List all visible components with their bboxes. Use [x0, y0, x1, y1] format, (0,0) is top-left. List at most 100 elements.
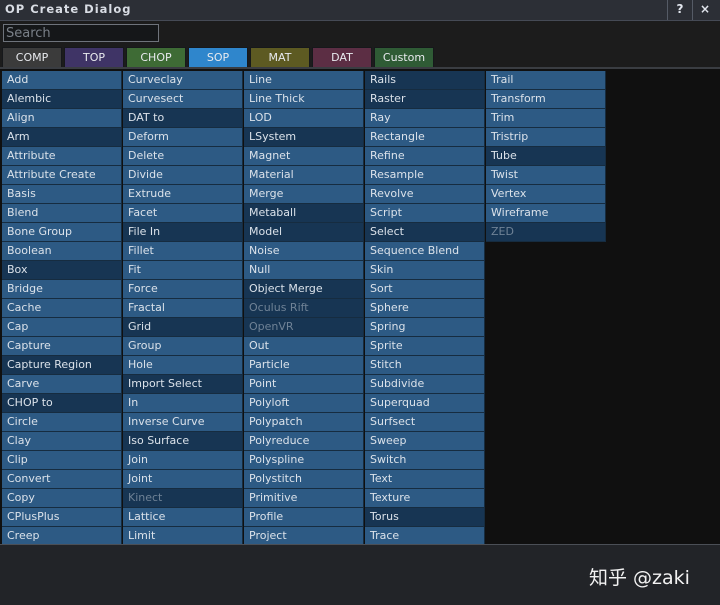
tab-comp[interactable]: COMP	[2, 47, 62, 68]
operator-item[interactable]: Polypatch	[244, 413, 364, 432]
operator-item[interactable]: Skin	[365, 261, 485, 280]
operator-item[interactable]: CPlusPlus	[2, 508, 122, 527]
operator-item[interactable]: Surfsect	[365, 413, 485, 432]
operator-item[interactable]: Group	[123, 337, 243, 356]
operator-item[interactable]: Trim	[486, 109, 606, 128]
operator-item[interactable]: Delete	[123, 147, 243, 166]
operator-item[interactable]: Sphere	[365, 299, 485, 318]
operator-item[interactable]: LSystem	[244, 128, 364, 147]
operator-item[interactable]: Vertex	[486, 185, 606, 204]
operator-item[interactable]: Resample	[365, 166, 485, 185]
operator-item[interactable]: Extrude	[123, 185, 243, 204]
operator-item[interactable]: Polyloft	[244, 394, 364, 413]
operator-item[interactable]: Clip	[2, 451, 122, 470]
operator-item[interactable]: Polystitch	[244, 470, 364, 489]
operator-item[interactable]: Revolve	[365, 185, 485, 204]
operator-item[interactable]: Switch	[365, 451, 485, 470]
operator-item[interactable]: Boolean	[2, 242, 122, 261]
operator-item[interactable]: Out	[244, 337, 364, 356]
operator-item[interactable]: Grid	[123, 318, 243, 337]
operator-item[interactable]: Tube	[486, 147, 606, 166]
operator-item[interactable]: Curvesect	[123, 90, 243, 109]
operator-item[interactable]: Attribute Create	[2, 166, 122, 185]
operator-item[interactable]: In	[123, 394, 243, 413]
operator-item[interactable]: Script	[365, 204, 485, 223]
operator-item[interactable]: Subdivide	[365, 375, 485, 394]
operator-item[interactable]: File In	[123, 223, 243, 242]
operator-item[interactable]: Refine	[365, 147, 485, 166]
operator-item[interactable]: Copy	[2, 489, 122, 508]
operator-item[interactable]: Line	[244, 71, 364, 90]
operator-item[interactable]: Arm	[2, 128, 122, 147]
operator-item[interactable]: Facet	[123, 204, 243, 223]
operator-item[interactable]: Spring	[365, 318, 485, 337]
operator-item[interactable]: Bone Group	[2, 223, 122, 242]
operator-item[interactable]: Add	[2, 71, 122, 90]
operator-item[interactable]: Box	[2, 261, 122, 280]
operator-item[interactable]: Iso Surface	[123, 432, 243, 451]
operator-item[interactable]: Noise	[244, 242, 364, 261]
operator-item[interactable]: Select	[365, 223, 485, 242]
operator-item[interactable]: Capture	[2, 337, 122, 356]
operator-item[interactable]: Blend	[2, 204, 122, 223]
operator-item[interactable]: Deform	[123, 128, 243, 147]
operator-item[interactable]: Fit	[123, 261, 243, 280]
operator-item[interactable]: Null	[244, 261, 364, 280]
operator-item[interactable]: Lattice	[123, 508, 243, 527]
operator-item[interactable]: Joint	[123, 470, 243, 489]
operator-item[interactable]: Trail	[486, 71, 606, 90]
operator-item[interactable]: Bridge	[2, 280, 122, 299]
operator-item[interactable]: Texture	[365, 489, 485, 508]
help-button[interactable]: ?	[667, 0, 692, 20]
operator-item[interactable]: Profile	[244, 508, 364, 527]
operator-item[interactable]: Force	[123, 280, 243, 299]
close-button[interactable]: ×	[692, 0, 717, 20]
operator-item[interactable]: Polyreduce	[244, 432, 364, 451]
operator-item[interactable]: Tristrip	[486, 128, 606, 147]
operator-item[interactable]: Hole	[123, 356, 243, 375]
operator-item[interactable]: Sprite	[365, 337, 485, 356]
operator-item[interactable]: Fillet	[123, 242, 243, 261]
operator-item[interactable]: Twist	[486, 166, 606, 185]
operator-item[interactable]: Capture Region	[2, 356, 122, 375]
operator-item[interactable]: Sequence Blend	[365, 242, 485, 261]
operator-item[interactable]: Sweep	[365, 432, 485, 451]
tab-sop[interactable]: SOP	[188, 47, 248, 68]
operator-item[interactable]: Join	[123, 451, 243, 470]
operator-item[interactable]: Fractal	[123, 299, 243, 318]
operator-item[interactable]: Model	[244, 223, 364, 242]
operator-item[interactable]: Import Select	[123, 375, 243, 394]
operator-item[interactable]: Cap	[2, 318, 122, 337]
operator-item[interactable]: Divide	[123, 166, 243, 185]
operator-item[interactable]: Metaball	[244, 204, 364, 223]
operator-item[interactable]: CHOP to	[2, 394, 122, 413]
operator-item[interactable]: Transform	[486, 90, 606, 109]
tab-top[interactable]: TOP	[64, 47, 124, 68]
operator-item[interactable]: Sort	[365, 280, 485, 299]
operator-item[interactable]: Merge	[244, 185, 364, 204]
operator-item[interactable]: Torus	[365, 508, 485, 527]
operator-item[interactable]: Polyspline	[244, 451, 364, 470]
operator-item[interactable]: Particle	[244, 356, 364, 375]
operator-item[interactable]: Basis	[2, 185, 122, 204]
operator-item[interactable]: Object Merge	[244, 280, 364, 299]
operator-item[interactable]: Material	[244, 166, 364, 185]
operator-item[interactable]: Inverse Curve	[123, 413, 243, 432]
operator-item[interactable]: Line Thick	[244, 90, 364, 109]
operator-item[interactable]: Circle	[2, 413, 122, 432]
operator-item[interactable]: Convert	[2, 470, 122, 489]
operator-item[interactable]: Alembic	[2, 90, 122, 109]
operator-item[interactable]: DAT to	[123, 109, 243, 128]
operator-item[interactable]: Text	[365, 470, 485, 489]
operator-item[interactable]: Ray	[365, 109, 485, 128]
operator-item[interactable]: Rails	[365, 71, 485, 90]
operator-item[interactable]: Magnet	[244, 147, 364, 166]
tab-custom[interactable]: Custom	[374, 47, 434, 68]
operator-item[interactable]: Attribute	[2, 147, 122, 166]
tab-mat[interactable]: MAT	[250, 47, 310, 68]
operator-item[interactable]: Point	[244, 375, 364, 394]
operator-item[interactable]: Curveclay	[123, 71, 243, 90]
operator-item[interactable]: Primitive	[244, 489, 364, 508]
operator-item[interactable]: Carve	[2, 375, 122, 394]
operator-item[interactable]: Rectangle	[365, 128, 485, 147]
